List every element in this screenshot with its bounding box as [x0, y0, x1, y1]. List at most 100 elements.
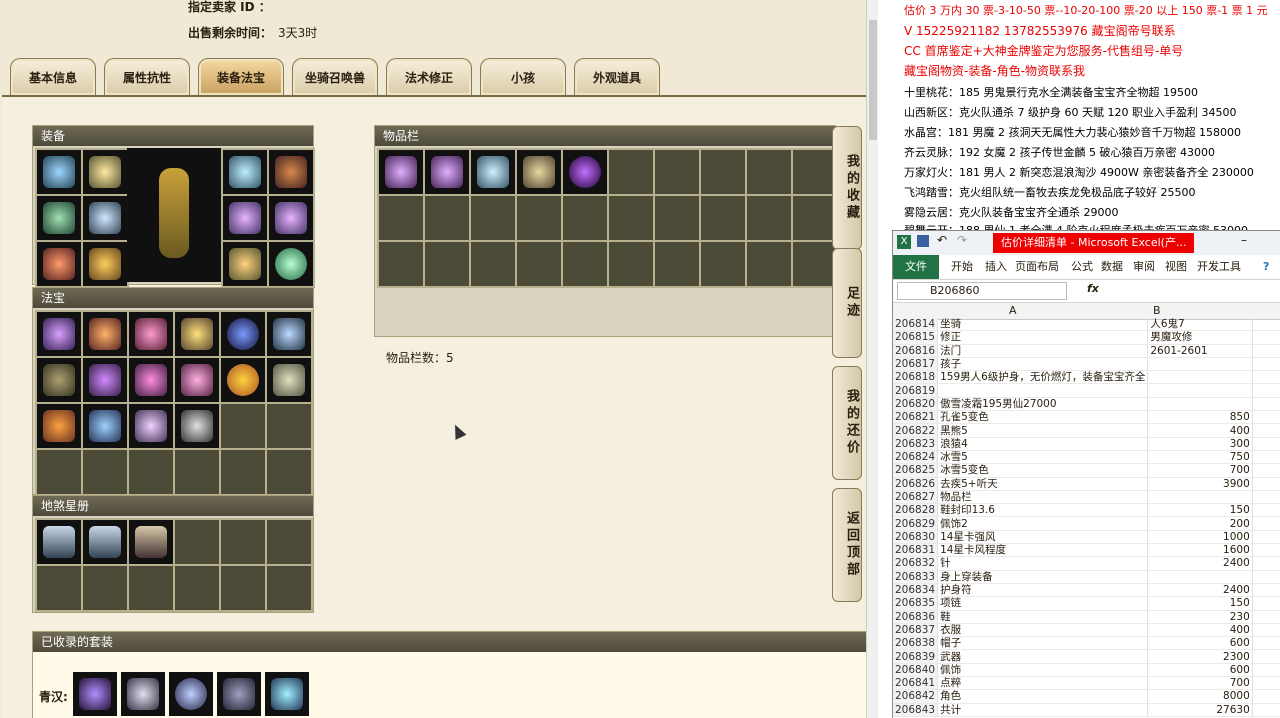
inventory-slot[interactable] — [379, 150, 423, 194]
cell-a[interactable]: 项链 — [937, 596, 1149, 611]
cell-b[interactable]: 200 — [1147, 516, 1253, 531]
cell-c[interactable] — [1252, 477, 1280, 491]
row-number[interactable]: 206823 — [893, 437, 939, 451]
row-number[interactable]: 206821 — [893, 410, 939, 425]
minimize-icon[interactable]: – — [1241, 233, 1247, 247]
ribbon-tab-data[interactable]: 数据 — [1101, 255, 1123, 279]
cell-c[interactable] — [1252, 689, 1280, 704]
row-number[interactable]: 206836 — [893, 610, 939, 624]
cell-c[interactable] — [1252, 610, 1280, 624]
cell-b[interactable]: 150 — [1147, 503, 1253, 518]
inventory-slot[interactable] — [563, 150, 607, 194]
cell-c[interactable] — [1252, 596, 1280, 611]
row-number[interactable]: 206842 — [893, 689, 939, 704]
ribbon-tab-file[interactable]: 文件 — [893, 255, 939, 279]
redo-icon[interactable]: ↷ — [957, 233, 967, 247]
cell-c[interactable] — [1252, 330, 1280, 345]
cell-a[interactable]: 去疾5+听天 — [937, 477, 1149, 491]
cell-a[interactable]: 坐骑 — [937, 318, 1149, 332]
cell-a[interactable]: 佩饰2 — [937, 516, 1149, 531]
fabao-slot[interactable] — [267, 358, 311, 402]
row-number[interactable]: 206816 — [893, 344, 939, 358]
row-number[interactable]: 206825 — [893, 463, 939, 478]
cell-b[interactable]: 230 — [1147, 610, 1253, 624]
fabao-slot[interactable] — [175, 312, 219, 356]
cell-a[interactable]: 冰雪5变色 — [937, 463, 1149, 478]
fx-icon[interactable]: fx — [1087, 282, 1099, 295]
cell-b[interactable]: 1600 — [1147, 543, 1253, 558]
cell-a[interactable]: 159男人6级护身，无价燃灯，装备宝宝齐全 — [937, 370, 1149, 385]
cell-b[interactable]: 750 — [1147, 450, 1253, 465]
tab-equipment[interactable]: 装备法宝 — [198, 58, 284, 95]
cell-b[interactable]: 600 — [1147, 663, 1253, 678]
cell-c[interactable] — [1252, 503, 1280, 518]
tab-attributes[interactable]: 属性抗性 — [104, 58, 190, 95]
cell-b[interactable]: 3900 — [1147, 477, 1253, 491]
cell-a[interactable]: 鞋 — [937, 610, 1149, 624]
cell-c[interactable] — [1252, 570, 1280, 584]
ribbon-tab-insert[interactable]: 插入 — [985, 255, 1007, 279]
cell-b[interactable]: 2400 — [1147, 583, 1253, 598]
row-number[interactable]: 206828 — [893, 503, 939, 518]
collected-set-item[interactable] — [217, 672, 261, 716]
cell-b[interactable]: 700 — [1147, 676, 1253, 691]
cell-a[interactable]: 共计 — [937, 703, 1149, 717]
equip-slot-crown[interactable] — [223, 150, 267, 194]
cell-c[interactable] — [1252, 318, 1280, 332]
cell-c[interactable] — [1252, 543, 1280, 558]
cell-b[interactable] — [1147, 357, 1253, 372]
tab-mounts-pets[interactable]: 坐骑召唤兽 — [292, 58, 378, 95]
cell-b[interactable] — [1147, 397, 1253, 412]
collected-set-item[interactable] — [121, 672, 165, 716]
my-favorites-button[interactable]: 我的收藏 — [832, 126, 862, 250]
tab-spell-correction[interactable]: 法术修正 — [386, 58, 472, 95]
cell-b[interactable]: 2300 — [1147, 649, 1253, 664]
row-number[interactable]: 206814 — [893, 318, 939, 332]
save-icon[interactable] — [917, 235, 929, 247]
cell-a[interactable]: 14星卡强风 — [937, 530, 1149, 545]
cell-b[interactable] — [1147, 490, 1253, 505]
row-number[interactable]: 206826 — [893, 477, 939, 491]
equip-slot-ring1[interactable] — [223, 196, 267, 240]
cell-b[interactable]: 850 — [1147, 410, 1253, 425]
inventory-slot[interactable] — [517, 150, 561, 194]
cell-a[interactable]: 法门 — [937, 344, 1149, 358]
cell-c[interactable] — [1252, 410, 1280, 425]
row-number[interactable]: 206817 — [893, 357, 939, 372]
cell-c[interactable] — [1252, 397, 1280, 412]
footprint-button[interactable]: 足迹 — [832, 248, 862, 358]
ribbon-tab-page-layout[interactable]: 页面布局 — [1015, 255, 1059, 279]
fabao-slot[interactable] — [129, 358, 173, 402]
fabao-slot[interactable] — [175, 358, 219, 402]
row-number[interactable]: 206830 — [893, 530, 939, 545]
row-number[interactable]: 206819 — [893, 383, 939, 398]
cell-a[interactable]: 武器 — [937, 649, 1149, 664]
fabao-slot[interactable] — [83, 404, 127, 448]
equip-slot-ring2[interactable] — [269, 196, 313, 240]
row-number[interactable]: 206824 — [893, 450, 939, 465]
cell-c[interactable] — [1252, 649, 1280, 664]
cell-a[interactable]: 孩子 — [937, 357, 1149, 372]
cell-a[interactable]: 冰雪5 — [937, 450, 1149, 465]
scrollbar-thumb[interactable] — [869, 20, 877, 140]
cell-c[interactable] — [1252, 383, 1280, 398]
equip-slot-accessory1[interactable] — [37, 242, 81, 286]
inventory-slot[interactable] — [425, 150, 469, 194]
fabao-slot[interactable] — [83, 312, 127, 356]
cell-b[interactable]: 27630 — [1147, 703, 1253, 717]
cell-b[interactable]: 男魔攻修 — [1147, 330, 1253, 345]
cell-a[interactable]: 佩饰 — [937, 663, 1149, 678]
ribbon-tab-formulas[interactable]: 公式 — [1071, 255, 1093, 279]
cell-c[interactable] — [1252, 357, 1280, 372]
fabao-slot[interactable] — [267, 312, 311, 356]
ribbon-tab-home[interactable]: 开始 — [951, 255, 973, 279]
cell-c[interactable] — [1252, 636, 1280, 651]
cell-c[interactable] — [1252, 676, 1280, 691]
cell-c[interactable] — [1252, 344, 1280, 358]
row-number[interactable]: 206833 — [893, 570, 939, 584]
cell-a[interactable]: 点粹 — [937, 676, 1149, 691]
equip-slot-boots[interactable] — [83, 242, 127, 286]
collected-set-item[interactable] — [169, 672, 213, 716]
undo-icon[interactable]: ↶ — [937, 233, 947, 247]
cell-c[interactable] — [1252, 437, 1280, 451]
